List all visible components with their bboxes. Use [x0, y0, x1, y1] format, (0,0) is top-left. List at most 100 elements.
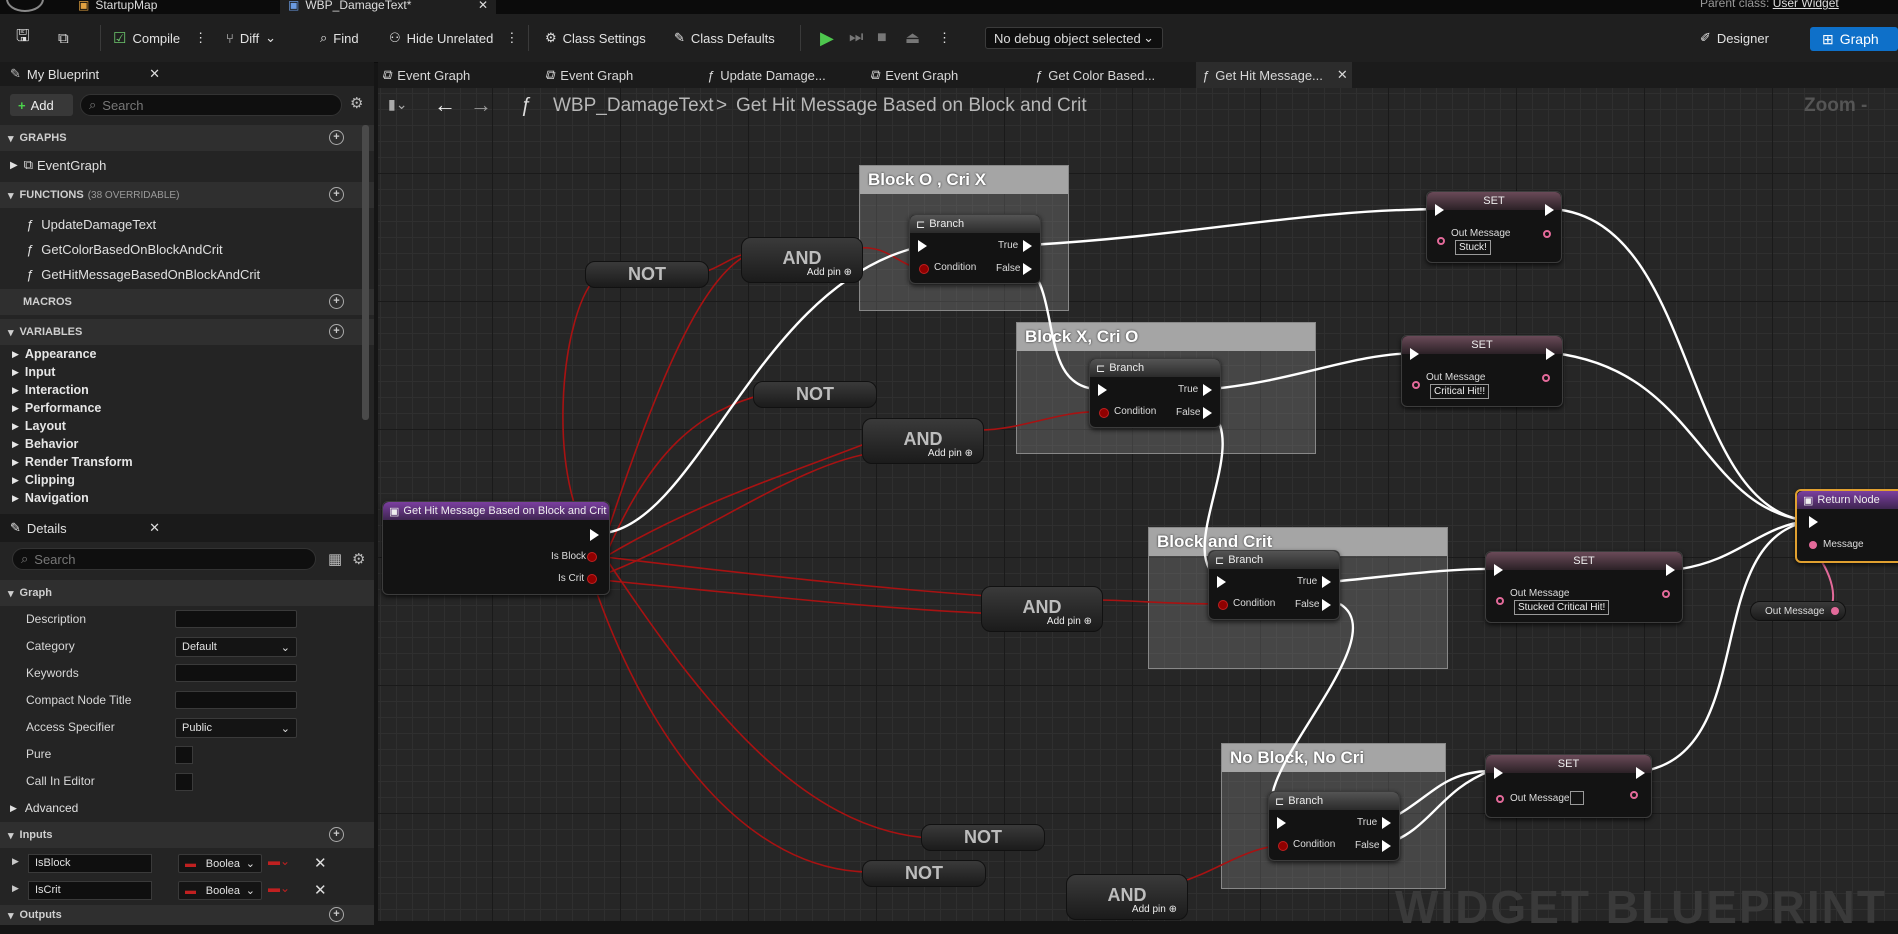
stop-button[interactable]: ■	[877, 14, 887, 62]
container-type-select[interactable]: ▬⌄	[268, 881, 290, 895]
and-node-1[interactable]: AND Add pin ⊕	[741, 237, 863, 283]
variable-category-item[interactable]: ▶ Behavior	[12, 435, 78, 453]
delete-icon[interactable]: ✕	[314, 881, 327, 899]
gear-icon[interactable]: ⚙	[352, 550, 365, 568]
condition-pin[interactable]	[1278, 841, 1288, 851]
exec-out-pin[interactable]	[1545, 204, 1554, 216]
category-select[interactable]: Default ⌄	[175, 637, 297, 657]
more-options-icon[interactable]: ⋮	[194, 30, 207, 46]
advanced-section[interactable]: ▶ Advanced	[10, 799, 78, 817]
bookmark-icon[interactable]: ▮⌄	[388, 96, 407, 113]
message-out-pin[interactable]	[1543, 230, 1551, 238]
diff-button[interactable]: ⑂ Diff ⌄	[226, 14, 276, 62]
variable-category-item[interactable]: ▶ Performance	[12, 399, 101, 417]
add-function-icon[interactable]: +	[329, 187, 344, 202]
false-exec-pin[interactable]	[1203, 407, 1212, 419]
close-icon[interactable]: ✕	[1337, 67, 1348, 83]
graph-tab[interactable]: ƒ Get Color Based...	[1035, 62, 1155, 88]
variable-category-item[interactable]: ▶ Render Transform	[12, 453, 133, 471]
graphs-section-header[interactable]: ▾ GRAPHS +	[0, 125, 374, 151]
function-entry-node[interactable]: ▣ Get Hit Message Based on Block and Cri…	[382, 501, 610, 595]
message-value-field[interactable]	[1570, 791, 1584, 805]
hide-unrelated-button[interactable]: ⚇ Hide Unrelated ⋮	[389, 14, 518, 62]
exec-out-pin[interactable]	[590, 529, 599, 541]
true-exec-pin[interactable]	[1382, 817, 1391, 829]
doc-tab-blueprint[interactable]: ▣ WBP_DamageText* ✕	[280, 0, 496, 14]
and-node-3[interactable]: AND Add pin ⊕	[981, 586, 1103, 632]
outputs-section-header[interactable]: ▾ Outputs +	[0, 905, 374, 925]
delete-icon[interactable]: ✕	[314, 854, 327, 872]
macros-section-header[interactable]: MACROS +	[0, 289, 374, 315]
details-search[interactable]: ⌕ Search	[12, 548, 316, 570]
more-options-icon[interactable]: ⋮	[505, 30, 518, 46]
graph-tab[interactable]: ⧉ Event Graph	[870, 62, 958, 88]
false-exec-pin[interactable]	[1382, 840, 1391, 852]
add-variable-icon[interactable]: +	[329, 324, 344, 339]
add-pin-button[interactable]: Add pin ⊕	[807, 267, 852, 278]
exec-in-pin[interactable]	[1494, 564, 1503, 576]
message-value-field[interactable]: Critical Hit!!	[1430, 384, 1490, 399]
table-view-icon[interactable]: ▦	[328, 550, 342, 568]
message-in-pin[interactable]	[1809, 541, 1817, 549]
message-in-pin[interactable]	[1437, 237, 1445, 245]
exec-in-pin[interactable]	[1277, 817, 1286, 829]
param-name-field[interactable]: IsCrit	[28, 881, 152, 900]
add-input-icon[interactable]: +	[329, 827, 344, 842]
compile-button[interactable]: ☑ Compile ⋮	[113, 14, 207, 62]
variable-category-item[interactable]: ▶ Interaction	[12, 381, 89, 399]
my-blueprint-tab[interactable]: ✎ My Blueprint ✕	[10, 62, 160, 86]
details-tab[interactable]: ✎ Details ✕	[10, 516, 160, 540]
condition-pin[interactable]	[1099, 408, 1109, 418]
debug-object-select[interactable]: No debug object selected ⌄	[985, 27, 1163, 49]
add-button[interactable]: + Add	[10, 94, 73, 116]
param-type-select[interactable]: ▬ Boolea ⌄	[178, 854, 262, 873]
add-pin-button[interactable]: Add pin ⊕	[1047, 616, 1092, 627]
false-exec-pin[interactable]	[1322, 599, 1331, 611]
container-type-select[interactable]: ▬⌄	[268, 854, 290, 868]
variable-category-item[interactable]: ▶ Input	[12, 363, 55, 381]
find-button[interactable]: ⌕ Find	[320, 14, 359, 62]
branch-node-2[interactable]: ⊏ Branch True Condition False	[1089, 358, 1221, 428]
message-out-pin[interactable]	[1630, 791, 1638, 799]
not-node-2[interactable]: NOT	[753, 381, 877, 408]
message-value-field[interactable]: Stuck!	[1455, 240, 1491, 255]
caret-right-icon[interactable]: ▶	[12, 883, 19, 894]
graph-canvas[interactable]	[378, 62, 1898, 921]
branch-node-4[interactable]: ⊏ Branch True Condition False	[1268, 791, 1400, 861]
pure-checkbox[interactable]	[175, 746, 193, 764]
add-pin-button[interactable]: Add pin ⊕	[928, 448, 973, 459]
functions-section-header[interactable]: ▾ FUNCTIONS (38 OVERRIDABLE) +	[0, 182, 374, 208]
true-exec-pin[interactable]	[1023, 240, 1032, 252]
condition-pin[interactable]	[1218, 600, 1228, 610]
is-crit-pin[interactable]	[587, 574, 597, 584]
graph-tab[interactable]: ⧉ Event Graph	[545, 62, 633, 88]
add-graph-icon[interactable]: +	[329, 130, 344, 145]
is-block-pin[interactable]	[587, 552, 597, 562]
param-type-select[interactable]: ▬ Boolea ⌄	[178, 881, 262, 900]
class-defaults-button[interactable]: ✎ Class Defaults	[674, 14, 775, 62]
call-in-editor-checkbox[interactable]	[175, 773, 193, 791]
message-in-pin[interactable]	[1496, 795, 1504, 803]
set-node-critical[interactable]: SET Out Message Critical Hit!!	[1401, 335, 1563, 407]
add-output-icon[interactable]: +	[329, 907, 344, 922]
inputs-section-header[interactable]: ▾ Inputs +	[0, 822, 374, 848]
exec-out-pin[interactable]	[1546, 348, 1555, 360]
and-node-2[interactable]: AND Add pin ⊕	[862, 418, 984, 464]
class-settings-button[interactable]: ⚙ Class Settings	[545, 14, 646, 62]
close-icon[interactable]: ✕	[478, 0, 488, 12]
compact-node-title-field[interactable]	[175, 691, 297, 709]
designer-mode-button[interactable]: ✐ Designer	[1700, 14, 1769, 62]
variable-category-item[interactable]: ▶ Layout	[12, 417, 66, 435]
exec-in-pin[interactable]	[1494, 767, 1503, 779]
param-name-field[interactable]: IsBlock	[28, 854, 152, 873]
set-node-stucked-critical[interactable]: SET Out Message Stucked Critical Hit!	[1485, 551, 1683, 623]
close-icon[interactable]: ✕	[149, 520, 160, 536]
condition-pin[interactable]	[919, 264, 929, 274]
not-node-4[interactable]: NOT	[862, 860, 986, 887]
my-blueprint-search[interactable]: ⌕ Search	[80, 94, 342, 116]
variable-category-item[interactable]: ▶ Navigation	[12, 489, 89, 507]
description-field[interactable]	[175, 610, 297, 628]
function-item-gethitmessage[interactable]: ƒ GetHitMessageBasedOnBlockAndCrit	[26, 265, 260, 283]
variable-category-item[interactable]: ▶ Clipping	[12, 471, 75, 489]
details-graph-section[interactable]: ▾ Graph	[0, 580, 374, 606]
